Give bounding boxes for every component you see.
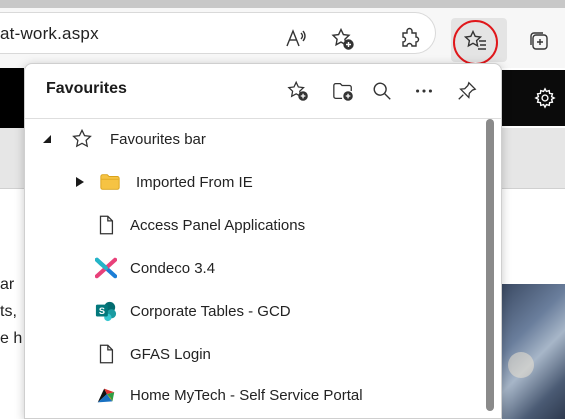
- page-photo: [502, 284, 565, 419]
- page-text-fragment: ts,: [0, 303, 17, 320]
- list-item-label: Favourites bar: [110, 130, 206, 148]
- highlight-annotation-circle: [453, 20, 498, 65]
- browser-frame-top: [0, 0, 565, 8]
- panel-title: Favourites: [46, 80, 127, 97]
- list-item[interactable]: GFAS Login: [130, 339, 211, 369]
- condeco-logo-icon: [94, 256, 118, 280]
- page-text-fragment: ar: [0, 276, 15, 293]
- panel-scrollbar-thumb[interactable]: [486, 119, 494, 411]
- star-outline-icon: [70, 127, 94, 151]
- settings-icon[interactable]: [534, 87, 556, 109]
- list-item[interactable]: Condeco 3.4: [130, 253, 215, 283]
- mytech-logo-icon: [94, 383, 118, 407]
- add-folder-icon[interactable]: [331, 79, 355, 103]
- list-item[interactable]: Corporate Tables - GCD: [130, 296, 291, 326]
- svg-text:S: S: [99, 306, 105, 316]
- list-item-label: Condeco 3.4: [130, 259, 216, 277]
- page-header-strip-left: [0, 68, 24, 128]
- collapse-caret-icon[interactable]: [41, 133, 53, 145]
- page-text-fragment: e h: [0, 330, 23, 347]
- list-item[interactable]: Imported From IE: [136, 167, 253, 197]
- list-item-label: Imported From IE: [136, 173, 253, 191]
- panel-header-divider: [25, 118, 501, 119]
- list-item[interactable]: Favourites bar: [110, 124, 206, 154]
- pin-icon[interactable]: [455, 79, 479, 103]
- collections-icon[interactable]: [526, 28, 552, 54]
- page-photo-detail: [508, 352, 534, 378]
- list-item-label: Access Panel Applications: [130, 216, 306, 234]
- list-item-label: Home MyTech - Self Service Portal: [130, 386, 363, 404]
- page-nav-band-right: [502, 128, 565, 188]
- list-item[interactable]: Access Panel Applications: [130, 210, 305, 240]
- page-icon: [94, 213, 118, 237]
- sharepoint-logo-icon: S: [94, 299, 118, 323]
- expand-caret-icon[interactable]: [74, 176, 86, 188]
- page-icon: [94, 342, 118, 366]
- page-nav-band-left: [0, 128, 24, 188]
- list-item-label: GFAS Login: [130, 345, 211, 363]
- list-item[interactable]: Home MyTech - Self Service Portal: [130, 380, 363, 410]
- page-divider-left: [0, 188, 24, 189]
- read-aloud-icon[interactable]: [283, 26, 309, 52]
- add-page-to-favourites-icon[interactable]: [286, 79, 310, 103]
- page-divider-right: [502, 188, 565, 189]
- search-icon[interactable]: [370, 79, 394, 103]
- more-options-icon[interactable]: [412, 79, 436, 103]
- folder-icon: [98, 170, 122, 194]
- address-bar-url[interactable]: at-work.aspx: [0, 24, 99, 44]
- extensions-icon[interactable]: [397, 26, 423, 52]
- list-item-label: Corporate Tables - GCD: [130, 302, 291, 320]
- add-favourite-icon[interactable]: [330, 26, 356, 52]
